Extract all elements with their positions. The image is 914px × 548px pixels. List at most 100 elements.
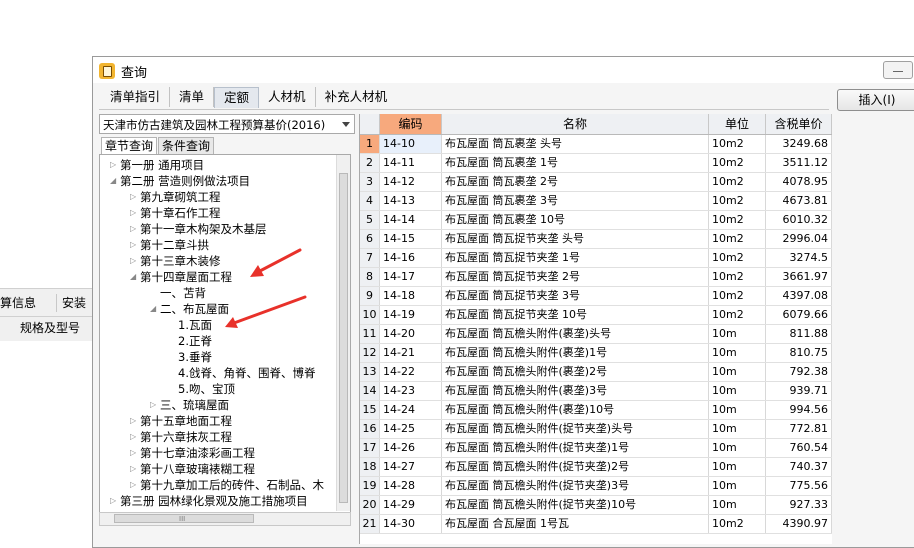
- name-cell: 布瓦屋面 筒瓦捉节夹垄 1号: [442, 249, 709, 267]
- price-cell: 927.33: [766, 496, 832, 514]
- collapsed-toggle-icon[interactable]: ▷: [130, 205, 136, 221]
- code-cell: 14-24: [380, 401, 442, 419]
- app-icon: [99, 63, 115, 79]
- column-header-price[interactable]: 含税单价: [766, 114, 832, 134]
- table-row[interactable]: 16 14-25 布瓦屋面 筒瓦檐头附件(捉节夹垄)头号 10m 772.81: [360, 420, 832, 439]
- tab-supplementary-lmm[interactable]: 补充人材机: [316, 87, 397, 107]
- price-cell: 2996.04: [766, 230, 832, 248]
- tree-node[interactable]: 第十六章抹灰工程: [140, 429, 232, 445]
- tree-node[interactable]: 第九章砌筑工程: [140, 189, 221, 205]
- price-cell: 810.75: [766, 344, 832, 362]
- row-index: 1: [360, 135, 380, 153]
- tree-node[interactable]: 二、布瓦屋面: [160, 301, 229, 317]
- table-row[interactable]: 18 14-27 布瓦屋面 筒瓦檐头附件(捉节夹垄)2号 10m 740.37: [360, 458, 832, 477]
- row-index: 6: [360, 230, 380, 248]
- collapsed-toggle-icon[interactable]: ▷: [130, 445, 136, 461]
- column-header-name[interactable]: 名称: [442, 114, 709, 134]
- minimize-button[interactable]: [883, 61, 913, 79]
- table-row[interactable]: 5 14-14 布瓦屋面 筒瓦裹垄 10号 10m2 6010.32: [360, 211, 832, 230]
- expanded-toggle-icon[interactable]: ◢: [110, 173, 116, 189]
- unit-cell: 10m: [709, 325, 766, 343]
- collapsed-toggle-icon[interactable]: ▷: [130, 253, 136, 269]
- table-row[interactable]: 20 14-29 布瓦屋面 筒瓦檐头附件(捉节夹垄)10号 10m 927.33: [360, 496, 832, 515]
- collapsed-toggle-icon[interactable]: ▷: [130, 237, 136, 253]
- collapsed-toggle-icon[interactable]: ▷: [110, 493, 116, 509]
- table-row[interactable]: 1 14-10 布瓦屋面 筒瓦裹垄 头号 10m2 3249.68: [360, 135, 832, 154]
- collapsed-toggle-icon[interactable]: ▷: [110, 157, 116, 173]
- table-row[interactable]: 7 14-16 布瓦屋面 筒瓦捉节夹垄 1号 10m2 3274.5: [360, 249, 832, 268]
- tree-node[interactable]: 第十章石作工程: [140, 205, 221, 221]
- price-cell: 740.37: [766, 458, 832, 476]
- collapsed-toggle-icon[interactable]: ▷: [130, 413, 136, 429]
- tree-node[interactable]: 一、苫背: [160, 285, 206, 301]
- name-cell: 布瓦屋面 筒瓦檐头附件(捉节夹垄)2号: [442, 458, 709, 476]
- table-row[interactable]: 13 14-22 布瓦屋面 筒瓦檐头附件(裹垄)2号 10m 792.38: [360, 363, 832, 382]
- table-row[interactable]: 21 14-30 布瓦屋面 合瓦屋面 1号瓦 10m2 4390.97: [360, 515, 832, 534]
- tree-node[interactable]: 第三册 园林绿化景观及施工措施项目: [120, 493, 308, 509]
- tree-node[interactable]: 第十五章地面工程: [140, 413, 232, 429]
- tree-node[interactable]: 5.吻、宝顶: [178, 381, 235, 397]
- unit-cell: 10m2: [709, 515, 766, 533]
- quota-library-select[interactable]: 天津市仿古建筑及园林工程预算基价(2016): [99, 114, 355, 134]
- tree-node[interactable]: 第十二章斗拱: [140, 237, 209, 253]
- unit-cell: 10m: [709, 363, 766, 381]
- table-row[interactable]: 6 14-15 布瓦屋面 筒瓦捉节夹垄 头号 10m2 2996.04: [360, 230, 832, 249]
- tree-node[interactable]: 第二册 营造则例做法项目: [120, 173, 250, 189]
- code-cell: 14-17: [380, 268, 442, 286]
- column-header-code[interactable]: 编码: [380, 114, 442, 134]
- table-row[interactable]: 10 14-19 布瓦屋面 筒瓦捉节夹垄 10号 10m2 6079.66: [360, 306, 832, 325]
- table-row[interactable]: 11 14-20 布瓦屋面 筒瓦檐头附件(裹垄)头号 10m 811.88: [360, 325, 832, 344]
- tab-list-guide[interactable]: 清单指引: [101, 87, 171, 107]
- collapsed-toggle-icon[interactable]: ▷: [130, 477, 136, 493]
- tab-labor-material-machine[interactable]: 人材机: [259, 87, 316, 107]
- table-row[interactable]: 4 14-13 布瓦屋面 筒瓦裹垄 3号 10m2 4673.81: [360, 192, 832, 211]
- tree-node[interactable]: 三、琉璃屋面: [160, 397, 229, 413]
- collapsed-toggle-icon[interactable]: ▷: [130, 429, 136, 445]
- dialog-titlebar[interactable]: 查询: [93, 57, 914, 83]
- tree-node[interactable]: 第十九章加工后的砖件、石制品、木: [140, 477, 324, 493]
- tab-quota[interactable]: 定额: [214, 87, 260, 108]
- insert-button[interactable]: 插入(I): [837, 89, 914, 111]
- table-row[interactable]: 14 14-23 布瓦屋面 筒瓦檐头附件(裹垄)3号 10m 939.71: [360, 382, 832, 401]
- code-cell: 14-25: [380, 420, 442, 438]
- table-row[interactable]: 15 14-24 布瓦屋面 筒瓦檐头附件(裹垄)10号 10m 994.56: [360, 401, 832, 420]
- tree-node[interactable]: 2.正脊: [178, 333, 212, 349]
- code-cell: 14-28: [380, 477, 442, 495]
- tree-node[interactable]: 3.垂脊: [178, 349, 212, 365]
- tree-node[interactable]: 第一册 通用项目: [120, 157, 204, 173]
- collapsed-toggle-icon[interactable]: ▷: [130, 189, 136, 205]
- background-tab-budget-info[interactable]: 算信息: [0, 294, 48, 312]
- tree-node[interactable]: 第十四章屋面工程: [140, 269, 232, 285]
- expanded-toggle-icon[interactable]: ◢: [130, 269, 136, 285]
- scrollbar-thumb[interactable]: III: [114, 514, 254, 523]
- unit-cell: 10m: [709, 477, 766, 495]
- table-row[interactable]: 17 14-26 布瓦屋面 筒瓦檐头附件(捉节夹垄)1号 10m 760.54: [360, 439, 832, 458]
- row-index: 13: [360, 363, 380, 381]
- tree-vertical-scrollbar[interactable]: [336, 155, 350, 511]
- column-header-unit[interactable]: 单位: [709, 114, 766, 134]
- table-row[interactable]: 3 14-12 布瓦屋面 筒瓦裹垄 2号 10m2 4078.95: [360, 173, 832, 192]
- tree-node[interactable]: 1.瓦面: [178, 317, 212, 333]
- table-row[interactable]: 2 14-11 布瓦屋面 筒瓦裹垄 1号 10m2 3511.12: [360, 154, 832, 173]
- price-cell: 3661.97: [766, 268, 832, 286]
- tree-node[interactable]: 第十一章木构架及木基层: [140, 221, 267, 237]
- table-row[interactable]: 19 14-28 布瓦屋面 筒瓦檐头附件(捉节夹垄)3号 10m 775.56: [360, 477, 832, 496]
- tree-horizontal-scrollbar[interactable]: III: [99, 512, 351, 526]
- table-row[interactable]: 12 14-21 布瓦屋面 筒瓦檐头附件(裹垄)1号 10m 810.75: [360, 344, 832, 363]
- chapter-tree: ▷ 第一册 通用项目 ◢ 第二册 营造则例做法项目 ▷ 第九章砌筑工程 ▷ 第十章石作工程 ▷ 第…: [99, 154, 351, 513]
- table-row[interactable]: 8 14-17 布瓦屋面 筒瓦捉节夹垄 2号 10m2 3661.97: [360, 268, 832, 287]
- tree-node[interactable]: 第十七章油漆彩画工程: [140, 445, 255, 461]
- collapsed-toggle-icon[interactable]: ▷: [130, 221, 136, 237]
- tree-node[interactable]: 第十八章玻璃裱糊工程: [140, 461, 255, 477]
- scrollbar-thumb[interactable]: [339, 173, 348, 503]
- collapsed-toggle-icon[interactable]: ▷: [150, 397, 156, 413]
- chevron-down-icon[interactable]: [342, 122, 350, 127]
- collapsed-toggle-icon[interactable]: ▷: [130, 461, 136, 477]
- tree-node[interactable]: 第十三章木装修: [140, 253, 221, 269]
- expanded-toggle-icon[interactable]: ◢: [150, 301, 156, 317]
- row-index: 21: [360, 515, 380, 533]
- price-cell: 775.56: [766, 477, 832, 495]
- tab-list[interactable]: 清单: [170, 87, 215, 107]
- table-row[interactable]: 9 14-18 布瓦屋面 筒瓦捉节夹垄 3号 10m2 4397.08: [360, 287, 832, 306]
- tree-node[interactable]: 4.戗脊、角脊、围脊、博脊: [178, 365, 315, 381]
